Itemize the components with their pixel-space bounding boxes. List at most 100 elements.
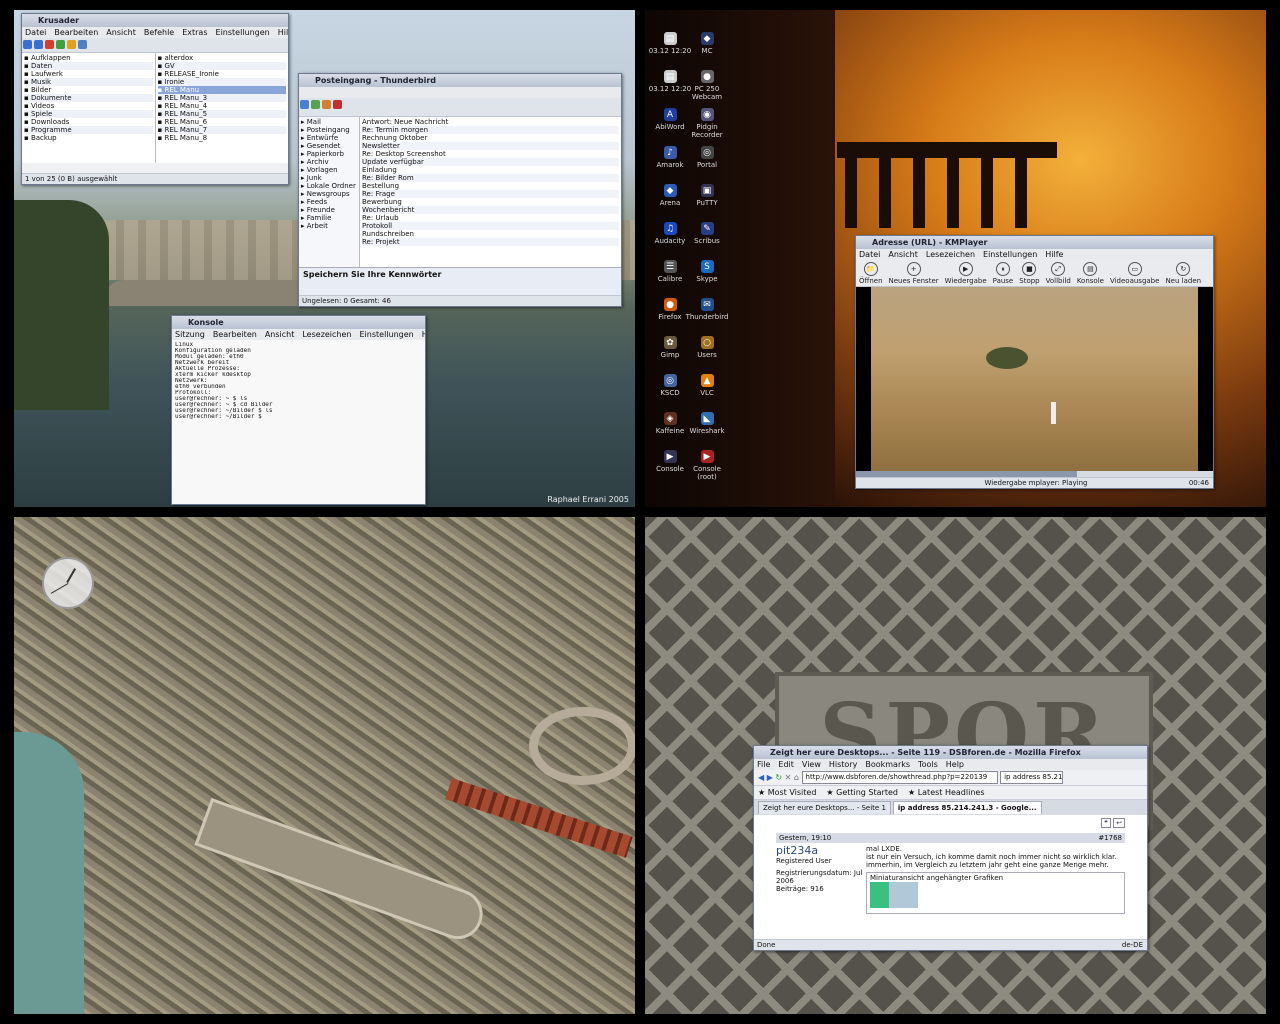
- player-button[interactable]: ■ Stopp: [1019, 261, 1040, 285]
- reply-button[interactable]: ↩: [1113, 818, 1125, 828]
- file-row[interactable]: ▪ Musik: [24, 78, 153, 86]
- browser-tab[interactable]: Zeigt her eure Desktops... - Seite 1: [758, 801, 891, 814]
- menu-item[interactable]: Einstellungen: [360, 330, 414, 339]
- menu-item[interactable]: Bearbeiten: [213, 330, 257, 339]
- desktop-icon[interactable]: ▲ VLC: [685, 374, 729, 397]
- right-panel[interactable]: ▪ alterdox ▪ GV ▪ RELEASE_Ironie ▪ Ironie ▪ …: [156, 53, 289, 163]
- username[interactable]: pit234a: [776, 845, 866, 857]
- menu-item[interactable]: File: [757, 760, 770, 769]
- message-row[interactable]: Newsletter: [362, 142, 619, 150]
- message-row[interactable]: Rundschreiben: [362, 230, 619, 238]
- attachment-thumbnail[interactable]: [870, 882, 918, 908]
- desktop-icon[interactable]: S Skype: [685, 260, 729, 283]
- mail-window[interactable]: Posteingang - Thunderbird ▸ Mail ▸ Postei…: [298, 73, 622, 307]
- menu-item[interactable]: Hilfe: [278, 28, 288, 37]
- reload-icon[interactable]: ↻: [775, 773, 782, 782]
- file-row[interactable]: ▪ Ironie: [157, 78, 286, 86]
- reload-icon[interactable]: [56, 40, 65, 49]
- menu-item[interactable]: Bearbeiten: [54, 28, 98, 37]
- menu-item[interactable]: Tools: [918, 760, 938, 769]
- menu-item[interactable]: Edit: [778, 760, 794, 769]
- post-number[interactable]: #1768: [1098, 833, 1122, 843]
- forward-icon[interactable]: ▶: [767, 773, 773, 782]
- message-row[interactable]: Wochenbericht: [362, 206, 619, 214]
- menu-item[interactable]: View: [802, 760, 821, 769]
- file-row[interactable]: ▪ alterdox: [158, 54, 287, 62]
- file-row[interactable]: ▪ Spiele: [24, 110, 153, 118]
- search-box[interactable]: ip address 85.214: [1000, 771, 1064, 784]
- desktop-icon[interactable]: ◆ MC: [685, 32, 729, 55]
- write-icon[interactable]: [311, 100, 320, 109]
- media-player-window[interactable]: Adresse (URL) - KMPlayer Datei Ansicht Les…: [855, 235, 1214, 489]
- menu-item[interactable]: Bookmarks: [865, 760, 910, 769]
- folder-item[interactable]: ▸ Freunde: [301, 206, 357, 214]
- desktop-icon[interactable]: ◎ Portal: [685, 146, 729, 169]
- player-button[interactable]: ↻ Neu laden: [1165, 261, 1201, 285]
- folder-item[interactable]: ▸ Vorlagen: [301, 166, 357, 174]
- stop-icon[interactable]: ✕: [785, 773, 792, 782]
- browser-tab[interactable]: ip address 85.214.241.3 - Google...: [892, 801, 1042, 814]
- menu-item[interactable]: Ansicht: [888, 250, 918, 259]
- file-row[interactable]: ▪ RELEASE_Ironie: [158, 70, 287, 78]
- file-row[interactable]: ▪ REL Manu_6: [158, 118, 287, 126]
- folder-item[interactable]: ▸ Posteingang: [301, 126, 357, 134]
- delete-icon[interactable]: [333, 100, 342, 109]
- message-row[interactable]: Re: Desktop Screenshot: [362, 150, 619, 158]
- terminal-output[interactable]: Linux Konfiguration geladen Modul geladen…: [172, 340, 425, 422]
- menu-item[interactable]: Befehle: [144, 28, 174, 37]
- folder-item[interactable]: ▸ Newsgroups: [301, 190, 357, 198]
- bookmark-item[interactable]: ★ Getting Started: [826, 788, 898, 797]
- player-button[interactable]: ⏸ Pause: [993, 261, 1013, 285]
- menu-item[interactable]: Hilfe: [1045, 250, 1063, 259]
- search-icon[interactable]: [78, 40, 87, 49]
- video-area[interactable]: [856, 287, 1213, 471]
- file-row[interactable]: ▪ Downloads: [24, 118, 153, 126]
- home-icon[interactable]: [67, 40, 76, 49]
- file-row[interactable]: ▪ Backup: [24, 134, 153, 142]
- file-row[interactable]: ▪ Aufklappen: [24, 54, 153, 62]
- folder-item[interactable]: ▸ Entwürfe: [301, 134, 357, 142]
- quote-button[interactable]: ❝: [1101, 818, 1111, 828]
- menu-item[interactable]: Datei: [859, 250, 880, 259]
- clock-widget[interactable]: [42, 557, 94, 609]
- message-row[interactable]: Protokoll: [362, 222, 619, 230]
- player-button[interactable]: ▶ Wiedergabe: [945, 261, 987, 285]
- desktop-icon[interactable]: ○ Users: [685, 336, 729, 359]
- desktop-icon[interactable]: ✉ Thunderbird: [685, 298, 729, 321]
- file-row[interactable]: ▪ Programme: [24, 126, 153, 134]
- menu-item[interactable]: Help: [946, 760, 964, 769]
- console-window[interactable]: Konsole Sitzung Bearbeiten Ansicht Lesezeic…: [171, 315, 426, 505]
- desktop-icon[interactable]: ▣ PuTTY: [685, 184, 729, 207]
- menu-item[interactable]: Sitzung: [175, 330, 205, 339]
- message-row[interactable]: Re: Urlaub: [362, 214, 619, 222]
- bookmark-item[interactable]: ★ Latest Headlines: [908, 788, 985, 797]
- player-button[interactable]: ⤢ Vollbild: [1046, 261, 1071, 285]
- menu-item[interactable]: Ansicht: [265, 330, 295, 339]
- message-list[interactable]: Antwort: Neue Nachricht Re: Termin morgen…: [360, 117, 621, 267]
- folder-item[interactable]: ▸ Arbeit: [301, 222, 357, 230]
- menu-item[interactable]: Hilfe: [422, 330, 425, 339]
- message-row[interactable]: Rechnung Oktober: [362, 134, 619, 142]
- file-row[interactable]: ▪ Dokumente: [24, 94, 153, 102]
- folder-item[interactable]: ▸ Gesendet: [301, 142, 357, 150]
- bookmark-item[interactable]: ★ Most Visited: [758, 788, 816, 797]
- file-row[interactable]: ▪ Daten: [24, 62, 153, 70]
- desktop-icon[interactable]: ✎ Scribus: [685, 222, 729, 245]
- back-icon[interactable]: [23, 40, 32, 49]
- player-button[interactable]: ▤ Konsole: [1077, 261, 1104, 285]
- back-icon[interactable]: ◀: [758, 773, 764, 782]
- message-row[interactable]: Bestellung: [362, 182, 619, 190]
- file-row[interactable]: ▪ Videos: [24, 102, 153, 110]
- forward-icon[interactable]: [34, 40, 43, 49]
- menu-item[interactable]: Datei: [25, 28, 46, 37]
- desktop-icon[interactable]: ● PC 250 Webcam: [685, 70, 729, 101]
- url-bar[interactable]: http://www.dsbforen.de/showthread.php?p=…: [801, 771, 998, 784]
- message-row[interactable]: Re: Termin morgen: [362, 126, 619, 134]
- menu-item[interactable]: Extras: [182, 28, 207, 37]
- file-manager-window[interactable]: Krusader Datei Bearbeiten Ansicht Befehle Ex…: [21, 13, 289, 185]
- browser-window[interactable]: Zeigt her eure Desktops... - Seite 119 -…: [753, 745, 1148, 951]
- menu-item[interactable]: Einstellungen: [983, 250, 1037, 259]
- message-row[interactable]: Re: Frage: [362, 190, 619, 198]
- file-row[interactable]: ▪ REL Manu_4: [158, 102, 287, 110]
- folder-item[interactable]: ▸ Mail: [301, 118, 357, 126]
